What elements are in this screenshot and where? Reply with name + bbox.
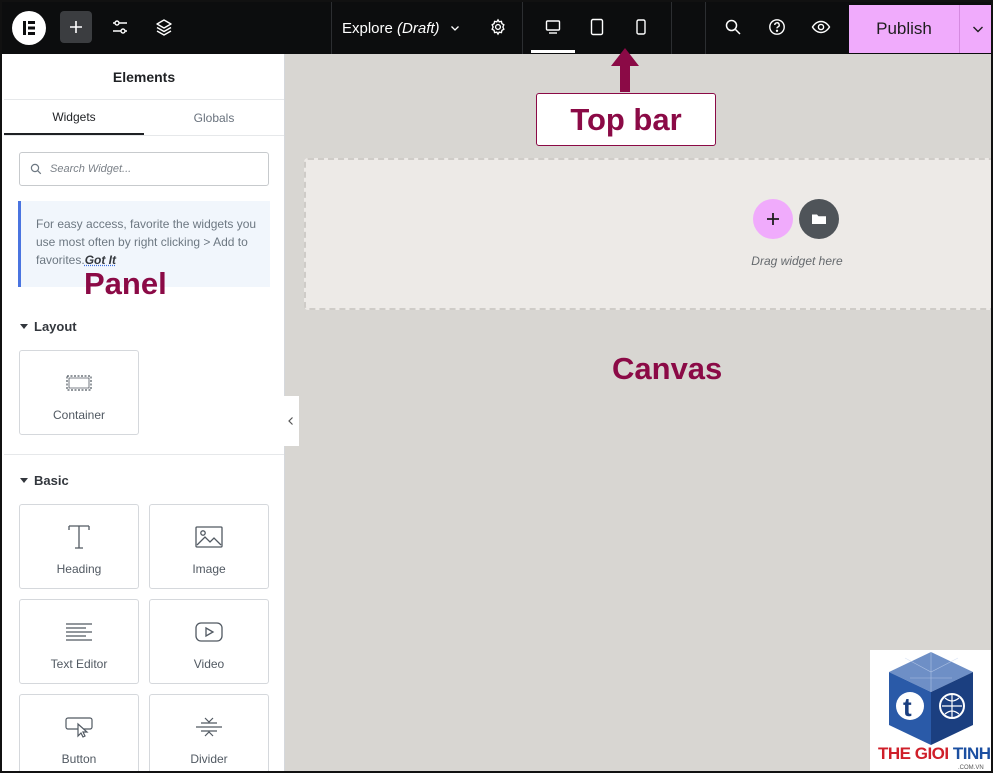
- add-section-button[interactable]: [753, 199, 793, 239]
- widget-text-editor[interactable]: Text Editor: [19, 599, 139, 684]
- document-status: (Draft): [397, 19, 440, 37]
- search-input[interactable]: [50, 163, 250, 175]
- drop-zone[interactable]: [304, 158, 991, 310]
- annotation-panel: Panel: [84, 266, 167, 301]
- widget-video[interactable]: Video: [149, 599, 269, 684]
- got-it-link[interactable]: Got It: [85, 253, 116, 267]
- chevron-left-icon: [288, 417, 293, 425]
- tablet-icon: [590, 18, 604, 36]
- search-icon: [725, 19, 741, 35]
- site-settings-button[interactable]: [104, 11, 136, 43]
- chevron-down-icon: [450, 26, 459, 31]
- button-icon: [64, 712, 94, 742]
- section-layout-toggle[interactable]: Layout: [20, 319, 77, 334]
- widget-search[interactable]: [19, 152, 269, 186]
- watermark-red: THE GIOI: [878, 744, 953, 763]
- tab-globals[interactable]: Globals: [144, 100, 284, 135]
- mobile-icon: [636, 19, 646, 35]
- top-bar: Explore (Draft) Publish: [2, 2, 991, 54]
- watermark-blue: TINHOC: [952, 744, 991, 763]
- annotation-top-bar: Top bar: [536, 93, 716, 146]
- watermark-text: THE GIOI TINHOC: [878, 744, 991, 764]
- widget-label: Image: [192, 562, 226, 576]
- widget-divider[interactable]: Divider: [149, 694, 269, 771]
- video-icon: [194, 617, 224, 647]
- sliders-icon: [113, 20, 127, 34]
- notice-text: For easy access, favorite the widgets yo…: [36, 217, 257, 267]
- widget-label: Text Editor: [50, 657, 108, 671]
- active-device-indicator: [531, 50, 575, 53]
- widget-label: Divider: [190, 752, 228, 766]
- panel-tabs: Widgets Globals: [4, 100, 284, 136]
- widget-label: Heading: [56, 562, 102, 576]
- structure-button[interactable]: [148, 11, 180, 43]
- section-divider: [4, 454, 284, 455]
- document-title-dropdown[interactable]: Explore (Draft): [342, 2, 460, 54]
- widget-heading[interactable]: Heading: [19, 504, 139, 589]
- image-icon: [194, 522, 224, 552]
- device-mobile-button[interactable]: [625, 11, 657, 43]
- elementor-logo-icon[interactable]: [12, 11, 46, 45]
- elements-panel: Elements Widgets Globals For easy access…: [4, 54, 285, 771]
- add-element-button[interactable]: [60, 11, 92, 43]
- panel-title: Elements: [4, 54, 284, 100]
- heading-icon: [66, 522, 92, 552]
- gear-icon: [491, 18, 505, 36]
- widget-button[interactable]: Button: [19, 694, 139, 771]
- page-settings-button[interactable]: [482, 11, 514, 43]
- editor-window: Explore (Draft) Publish Elements Widgets…: [0, 0, 993, 773]
- eye-icon: [811, 20, 831, 34]
- plus-icon: [767, 213, 779, 225]
- caret-down-icon: [20, 324, 28, 329]
- text-editor-icon: [64, 617, 94, 647]
- device-desktop-button[interactable]: [537, 11, 569, 43]
- tab-widgets[interactable]: Widgets: [4, 100, 144, 135]
- folder-icon: [812, 214, 826, 224]
- watermark-sub: .COM.VN: [958, 765, 984, 771]
- arrow-up-icon: [611, 48, 639, 92]
- help-icon: [769, 19, 785, 35]
- finder-button[interactable]: [717, 11, 749, 43]
- container-icon: [65, 368, 93, 398]
- svg-text:t: t: [903, 692, 912, 722]
- widget-image[interactable]: Image: [149, 504, 269, 589]
- widget-label: Container: [52, 408, 106, 422]
- section-basic-toggle[interactable]: Basic: [20, 473, 69, 488]
- divider-icon: [194, 712, 224, 742]
- add-template-button[interactable]: [799, 199, 839, 239]
- chevron-down-icon: [972, 26, 983, 33]
- preview-button[interactable]: [805, 11, 837, 43]
- plus-icon: [70, 21, 82, 33]
- widget-label: Button: [61, 752, 97, 766]
- caret-down-icon: [20, 478, 28, 483]
- desktop-icon: [545, 20, 561, 34]
- section-title: Layout: [34, 319, 77, 334]
- help-button[interactable]: [761, 11, 793, 43]
- publish-button[interactable]: Publish: [849, 5, 959, 53]
- device-tablet-button[interactable]: [581, 11, 613, 43]
- search-icon: [30, 163, 42, 175]
- section-title: Basic: [34, 473, 69, 488]
- document-name: Explore: [342, 19, 393, 37]
- widget-label: Video: [193, 657, 225, 671]
- cube-logo-icon: t: [889, 652, 973, 745]
- drop-zone-text: Drag widget here: [751, 254, 843, 268]
- layers-icon: [156, 19, 172, 36]
- collapse-panel-button[interactable]: [283, 396, 299, 446]
- publish-options-button[interactable]: [959, 5, 991, 53]
- annotation-canvas: Canvas: [612, 351, 723, 386]
- widget-container[interactable]: Container: [19, 350, 139, 435]
